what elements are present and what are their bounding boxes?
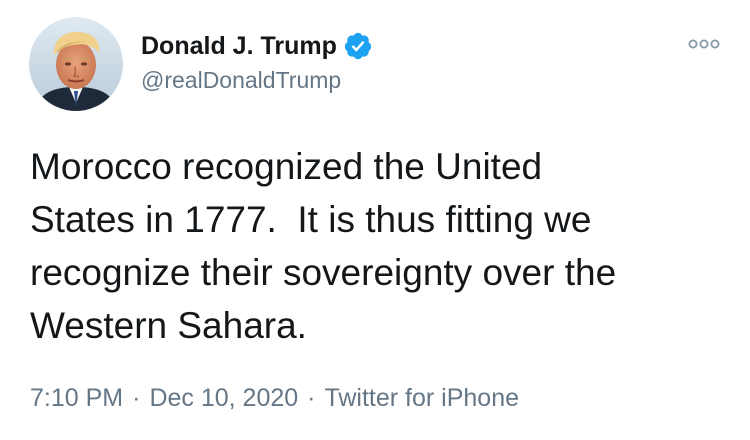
more-options-icon[interactable] bbox=[686, 34, 722, 54]
meta-separator: · bbox=[132, 384, 141, 412]
avatar-image bbox=[29, 17, 123, 111]
avatar[interactable] bbox=[29, 17, 123, 111]
author-name-row: Donald J. Trump bbox=[141, 28, 373, 64]
tweet-text: Morocco recognized the United States in … bbox=[30, 146, 617, 346]
author-handle[interactable]: @realDonaldTrump bbox=[141, 67, 341, 94]
verified-badge-icon bbox=[343, 31, 373, 61]
author-display-name[interactable]: Donald J. Trump bbox=[141, 32, 337, 61]
tweet-meta: 7:10 PM · Dec 10, 2020 · Twitter for iPh… bbox=[30, 384, 519, 413]
meta-separator: · bbox=[307, 384, 316, 412]
tweet-source[interactable]: Twitter for iPhone bbox=[324, 384, 519, 413]
tweet-date[interactable]: Dec 10, 2020 bbox=[149, 384, 298, 413]
tweet-time[interactable]: 7:10 PM bbox=[30, 384, 123, 413]
tweet-card: Donald J. Trump @realDonaldTrump Morocco… bbox=[0, 0, 750, 440]
